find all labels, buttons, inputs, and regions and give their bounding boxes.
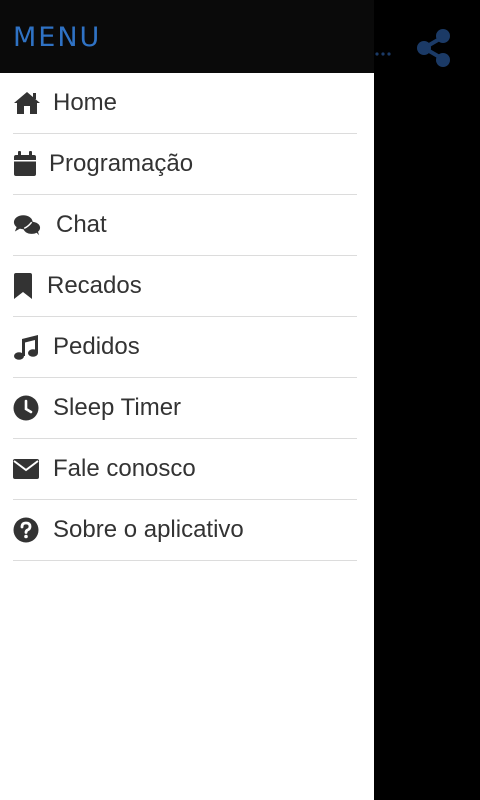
navigation-drawer: MENU Home Programação Chat Recados Pedid… bbox=[0, 0, 374, 800]
question-circle-icon bbox=[13, 516, 41, 544]
menu-item-home[interactable]: Home bbox=[13, 73, 357, 134]
home-icon bbox=[13, 89, 41, 117]
menu-item-label: Home bbox=[53, 89, 118, 116]
menu-item-sobre-o-aplicativo[interactable]: Sobre o aplicativo bbox=[13, 500, 357, 561]
menu-item-programacao[interactable]: Programação bbox=[13, 134, 357, 195]
calendar-icon bbox=[13, 150, 41, 178]
menu-item-label: Chat bbox=[56, 211, 107, 238]
menu-item-sleep-timer[interactable]: Sleep Timer bbox=[13, 378, 357, 439]
menu-item-pedidos[interactable]: Pedidos bbox=[13, 317, 357, 378]
drawer-title: MENU bbox=[13, 22, 102, 53]
menu-item-label: Pedidos bbox=[53, 333, 140, 360]
menu-item-chat[interactable]: Chat bbox=[13, 195, 357, 256]
chat-bubbles-icon bbox=[13, 211, 41, 239]
clock-icon bbox=[13, 394, 41, 422]
menu-item-recados[interactable]: Recados bbox=[13, 256, 357, 317]
menu-item-label: Sobre o aplicativo bbox=[53, 516, 244, 543]
menu-item-label: Programação bbox=[49, 150, 194, 177]
menu-item-fale-conosco[interactable]: Fale conosco bbox=[13, 439, 357, 500]
envelope-icon bbox=[13, 455, 41, 483]
menu-item-label: Fale conosco bbox=[53, 455, 196, 482]
share-icon[interactable] bbox=[412, 26, 456, 70]
menu-list: Home Programação Chat Recados Pedidos Sl… bbox=[0, 73, 374, 561]
drawer-header: MENU bbox=[0, 0, 374, 73]
menu-item-label: Recados bbox=[47, 272, 142, 299]
more-dots-icon[interactable] bbox=[372, 44, 394, 64]
bookmark-icon bbox=[13, 272, 35, 300]
menu-item-label: Sleep Timer bbox=[53, 394, 182, 421]
music-note-icon bbox=[13, 333, 41, 361]
